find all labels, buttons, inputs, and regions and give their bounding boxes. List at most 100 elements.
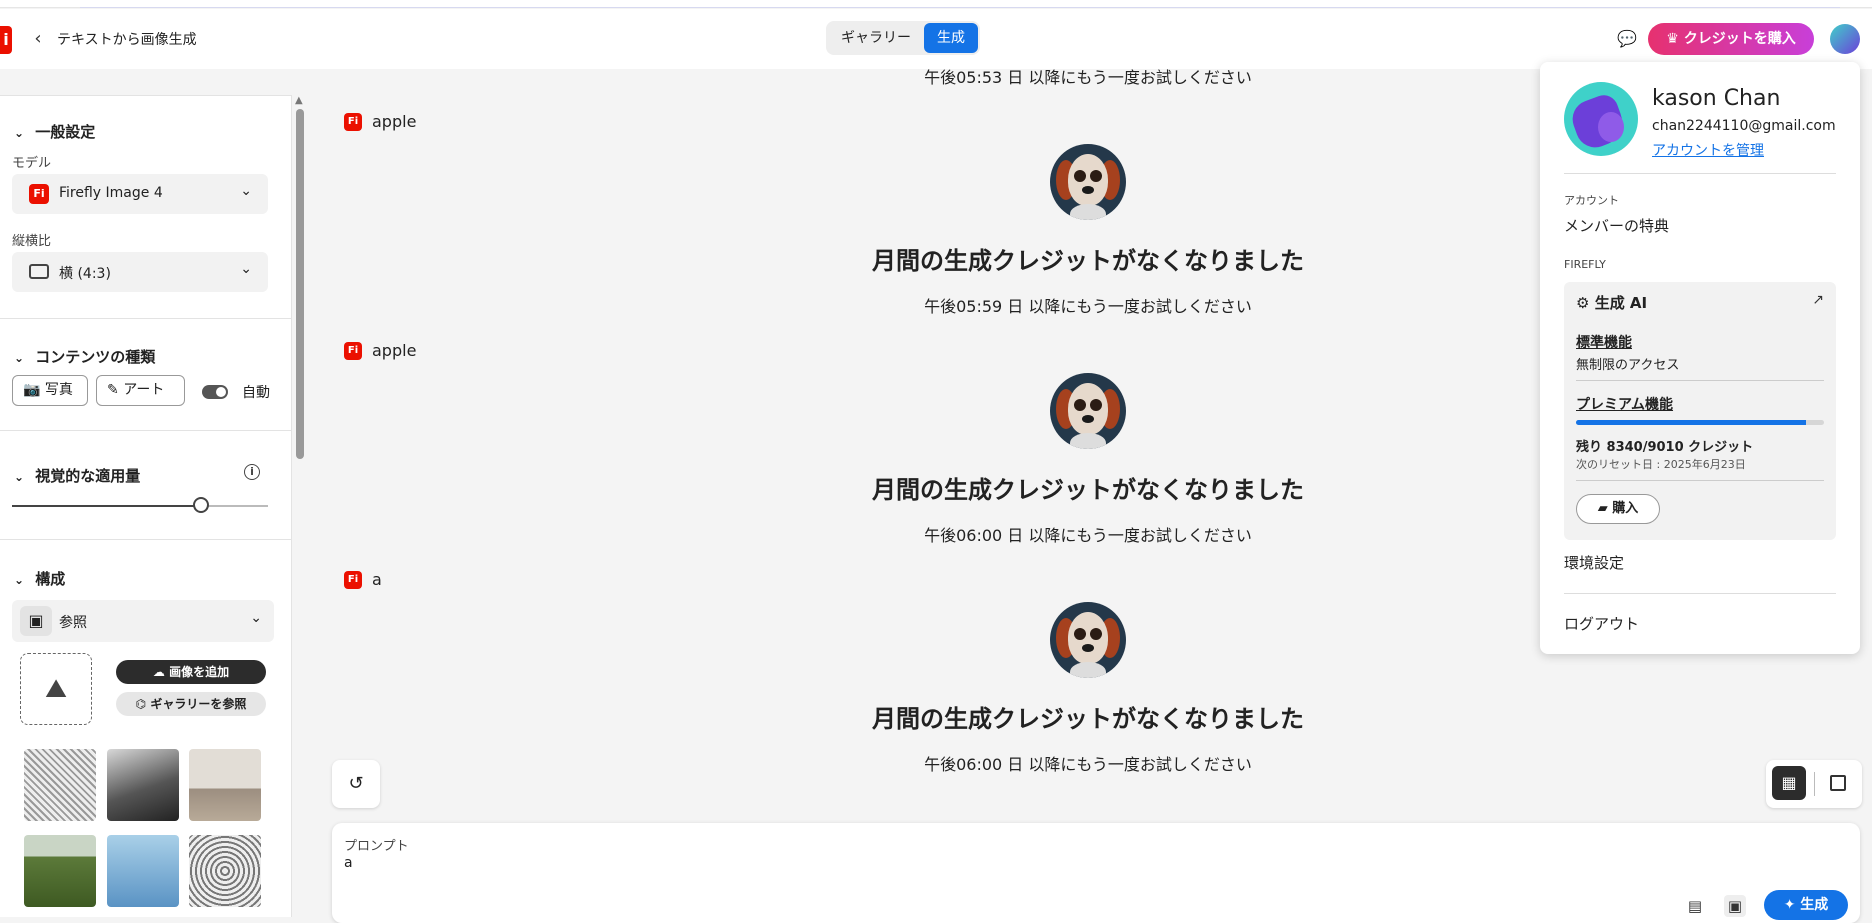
credits-exhausted-heading: 月間の生成クレジットがなくなりました	[872, 705, 1304, 733]
style-thumbnail-interior[interactable]	[189, 749, 261, 821]
generate-icon: ✦	[1783, 897, 1796, 913]
chevron-down-icon: ⌄	[240, 261, 252, 277]
style-thumbnail-owl-sketch[interactable]	[189, 835, 261, 907]
model-dropdown[interactable]: Fi Firefly Image 4 ⌄	[12, 174, 268, 214]
feedback-icon[interactable]: 💬	[1616, 28, 1638, 50]
chevron-down-icon: ⌄	[14, 470, 25, 484]
user-avatar[interactable]	[1830, 24, 1860, 54]
visual-intensity-title: 視覚的な適用量	[35, 467, 141, 485]
view-mode-toggle: ▦	[1766, 760, 1862, 808]
image-settings-icon[interactable]: ▣	[1724, 895, 1746, 917]
logout-link[interactable]: ログアウト	[1564, 613, 1639, 634]
visual-intensity-header[interactable]: ⌄ 視覚的な適用量	[14, 465, 140, 486]
brush-icon: ✎	[107, 382, 119, 398]
firefly-badge-icon: Fi	[344, 342, 362, 360]
reference-dropdown[interactable]: ▣ 参照 ⌄	[12, 600, 274, 642]
tab-generate[interactable]: 生成	[924, 23, 978, 53]
scroll-up-icon[interactable]: ▲	[295, 95, 303, 106]
firefly-section-label: FIREFLY	[1564, 258, 1606, 271]
single-view-icon[interactable]	[1830, 775, 1846, 791]
firefly-badge-icon: Fi	[344, 113, 362, 131]
cloud-upload-icon: ☁	[152, 665, 165, 679]
chevron-down-icon: ⌄	[14, 573, 25, 587]
scrollbar-thumb[interactable]	[296, 109, 304, 459]
top-strip	[0, 0, 1872, 8]
divider	[1814, 772, 1815, 796]
credits-exhausted-heading: 月間の生成クレジットがなくなりました	[872, 476, 1304, 504]
divider	[0, 318, 292, 319]
buy-credits-button[interactable]: ♛ クレジットを購入	[1648, 23, 1814, 55]
page-title: テキストから画像生成	[57, 32, 197, 48]
external-link-icon[interactable]: ↗	[1812, 292, 1824, 308]
generate-button[interactable]: ✦ 生成	[1764, 890, 1848, 920]
divider	[1576, 380, 1824, 381]
general-settings-header[interactable]: ⌄ 一般設定	[14, 121, 95, 142]
divider	[1564, 593, 1836, 594]
model-label: モデル	[12, 156, 52, 171]
divider	[0, 430, 292, 431]
style-thumbnail-sphere[interactable]	[107, 835, 179, 907]
composition-header[interactable]: ⌄ 構成	[14, 568, 65, 589]
prompt-input[interactable]: a	[344, 855, 353, 871]
aspect-ratio-label: 縦横比	[12, 234, 52, 249]
content-type-title: コンテンツの種類	[35, 348, 156, 366]
upload-image-dropzone[interactable]: ⛰	[20, 653, 92, 725]
generative-ai-title: ⚙ 生成 AI	[1576, 292, 1647, 313]
aspect-ratio-dropdown[interactable]: 横 (4:3) ⌄	[12, 252, 268, 292]
standard-features-link[interactable]: 標準機能	[1576, 332, 1632, 352]
user-prompt-text: apple	[372, 341, 417, 360]
prompt-label: プロンプト	[344, 839, 409, 854]
style-thumbnail-bird-sketch[interactable]	[24, 749, 96, 821]
chevron-down-icon: ⌄	[250, 610, 262, 626]
retry-message: 午後06:00 日 以降にもう一度お試しください	[924, 755, 1252, 774]
premium-features-link[interactable]: プレミアム機能	[1576, 394, 1673, 414]
gen-ai-label: 生成 AI	[1594, 294, 1648, 312]
divider	[0, 539, 292, 540]
style-reference-icon[interactable]: ▤	[1684, 895, 1706, 917]
back-chevron-icon[interactable]: ‹	[28, 26, 48, 52]
buy-credits-small-button[interactable]: ▰ 購入	[1576, 494, 1660, 524]
chevron-down-icon: ⌄	[240, 183, 252, 199]
credits-exhausted-heading: 月間の生成クレジットがなくなりました	[872, 247, 1304, 275]
divider	[1564, 173, 1836, 174]
buy-label: 購入	[1612, 501, 1639, 516]
general-settings-title: 一般設定	[35, 123, 96, 141]
unlimited-access-text: 無制限のアクセス	[1576, 358, 1680, 373]
art-button[interactable]: ✎ アート	[96, 375, 185, 406]
chevron-down-icon: ⌄	[14, 351, 25, 365]
prompt-box[interactable]: プロンプト a ▤ ▣ ✦ 生成	[332, 823, 1860, 923]
intensity-slider-rest	[200, 505, 268, 507]
intensity-slider-knob[interactable]	[193, 497, 209, 513]
credit-card-icon: ▰	[1597, 501, 1608, 516]
style-thumbnail-field[interactable]	[24, 835, 96, 907]
firefly-badge-icon: Fi	[29, 184, 49, 204]
retry-message: 午後06:00 日 以降にもう一度お試しください	[924, 526, 1252, 545]
browse-gallery-button[interactable]: ⌬ ギャラリーを参照	[116, 692, 266, 716]
image-upload-icon: ⛰	[45, 674, 67, 704]
member-benefits-link[interactable]: メンバーの特典	[1564, 215, 1669, 236]
credits-progress-bar	[1576, 420, 1824, 425]
content-type-header[interactable]: ⌄ コンテンツの種類	[14, 346, 155, 367]
photo-button[interactable]: 📷 写真	[12, 375, 88, 406]
sidebar-scrollbar[interactable]: ▲	[294, 95, 306, 917]
account-section-label: アカウント	[1564, 194, 1619, 207]
grid-view-icon[interactable]: ▦	[1772, 766, 1806, 800]
reference-label: 参照	[59, 615, 87, 631]
aspect-ratio-value: 横 (4:3)	[59, 266, 111, 282]
generate-label: 生成	[1800, 897, 1829, 913]
history-button[interactable]: ↺	[332, 760, 380, 808]
info-icon[interactable]: i	[244, 464, 260, 480]
model-value: Firefly Image 4	[59, 185, 163, 201]
style-thumbnail-landscape[interactable]	[107, 749, 179, 821]
add-image-label: 画像を追加	[169, 665, 230, 679]
manage-account-link[interactable]: アカウントを管理	[1652, 140, 1764, 160]
view-switcher: ギャラリー 生成	[826, 21, 980, 55]
adobe-logo[interactable]: i	[0, 26, 12, 54]
tab-gallery[interactable]: ギャラリー	[828, 23, 924, 53]
preferences-link[interactable]: 環境設定	[1564, 552, 1624, 573]
landscape-icon	[29, 264, 49, 279]
credits-progress-fill	[1576, 420, 1806, 425]
auto-toggle[interactable]	[202, 385, 228, 399]
add-image-button[interactable]: ☁ 画像を追加	[116, 660, 266, 684]
camera-icon: 📷	[23, 382, 41, 398]
